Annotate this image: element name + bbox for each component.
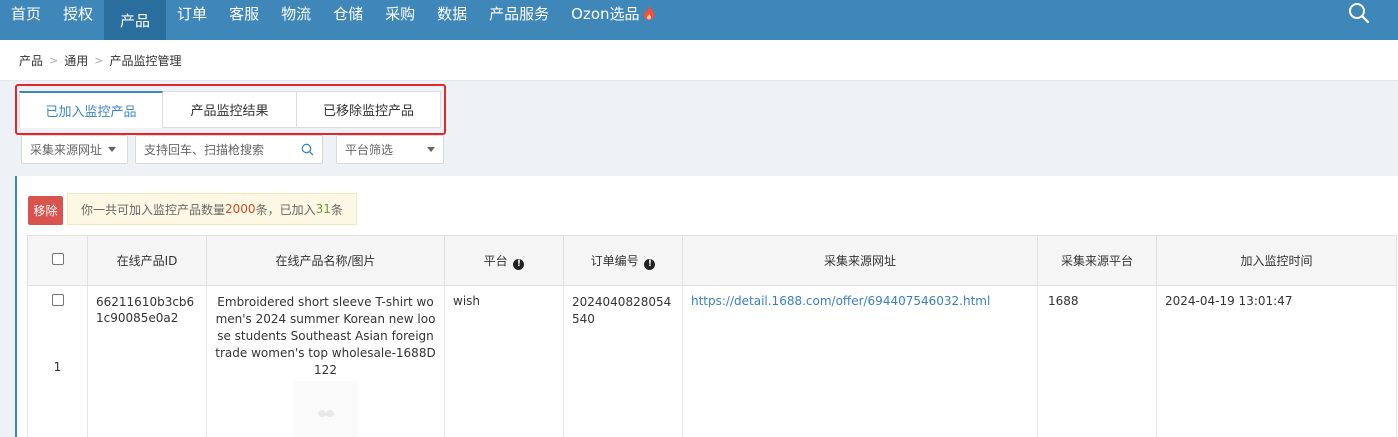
remove-button[interactable]: 移除 — [28, 196, 63, 225]
column-header[interactable]: 在线产品名称/图片 — [206, 235, 445, 286]
nav-item-data[interactable]: 数据 — [426, 0, 478, 26]
platform-cell: wish — [444, 285, 564, 437]
breadcrumb-item-general[interactable]: 通用 — [64, 52, 88, 69]
nav-label: 授权 — [63, 4, 94, 23]
added-time-cell: 2024-04-19 13:01:47 — [1156, 285, 1397, 437]
column-header[interactable]: 采集来源网址 — [682, 235, 1038, 286]
nav-label: 数据 — [437, 4, 468, 23]
button-label: 移除 — [33, 204, 58, 218]
nav-label: 首页 — [11, 4, 42, 23]
column-header[interactable]: 加入监控时间 — [1156, 235, 1397, 286]
info-icon[interactable]: ! — [644, 258, 656, 270]
product-id-cell: 66211610b3cb61c90085e0a2 — [87, 285, 207, 437]
notice-suffix: 条 — [330, 202, 343, 217]
nav-item-logistics[interactable]: 物流 — [270, 0, 322, 26]
search-icon[interactable] — [301, 143, 314, 156]
tab-bar: 已加入监控产品 产品监控结果 已移除监控产品 — [19, 91, 441, 128]
main-menu: 首页 授权 产品 订单 客服 物流 仓储 采购 数据 产品服务 Ozon选品 — [0, 0, 666, 40]
info-icon[interactable]: ! — [513, 258, 525, 270]
header-label: 平台 — [483, 253, 508, 268]
chevron-right-icon: > — [49, 53, 59, 67]
tab-monitor-results[interactable]: 产品监控结果 — [163, 91, 297, 128]
breadcrumb: 产品 > 通用 > 产品监控管理 — [0, 40, 1398, 81]
nav-item-warehouse[interactable]: 仓储 — [322, 0, 374, 26]
nav-label: 仓储 — [333, 4, 364, 23]
nav-label: Ozon选品 — [571, 4, 640, 23]
column-header[interactable]: 在线产品ID — [87, 235, 207, 286]
table-row: 1 66211610b3cb61c90085e0a2 Embroidered s… — [27, 285, 1397, 437]
dropdown-label: 采集来源网址 — [30, 143, 103, 157]
nav-label: 产品 — [120, 11, 151, 30]
nav-item-orders[interactable]: 订单 — [166, 0, 218, 26]
order-no-cell: 2024040828054540 — [563, 285, 683, 437]
caret-down-icon — [108, 147, 117, 152]
nav-item-purchasing[interactable]: 采购 — [374, 0, 426, 26]
header-label: 订单编号 — [590, 253, 639, 268]
caret-down-icon — [427, 147, 435, 152]
nav-item-product-services[interactable]: 产品服务 — [478, 0, 560, 26]
nav-item-authorization[interactable]: 授权 — [52, 0, 104, 26]
search-placeholder: 支持回车、扫描枪搜索 — [144, 143, 265, 157]
column-header[interactable]: 采集来源平台 — [1037, 235, 1157, 286]
breadcrumb-item-current: 产品监控管理 — [109, 53, 182, 68]
dropdown-label: 平台筛选 — [345, 143, 394, 157]
table-header-row: 在线产品ID 在线产品名称/图片 平台 ! 订单编号 ! 采集来源网址 采集来源… — [27, 235, 1397, 286]
search-input[interactable]: 支持回车、扫描枪搜索 — [135, 135, 323, 164]
search-icon[interactable] — [1348, 2, 1370, 24]
nav-item-home[interactable]: 首页 — [0, 0, 52, 26]
select-all-checkbox[interactable] — [51, 253, 64, 265]
tab-label: 已加入监控产品 — [45, 104, 137, 120]
select-all-cell — [27, 235, 88, 286]
row-index: 1 — [53, 360, 62, 374]
image-placeholder-icon — [317, 410, 334, 418]
monitored-products-table: 在线产品ID 在线产品名称/图片 平台 ! 订单编号 ! 采集来源网址 采集来源… — [27, 235, 1397, 437]
platform-filter-dropdown[interactable]: 平台筛选 — [336, 135, 444, 164]
tab-removed-products[interactable]: 已移除监控产品 — [297, 91, 441, 128]
row-checkbox[interactable] — [51, 294, 64, 306]
notice-middle: 条，已加入 — [255, 202, 316, 217]
notice-added-count: 31 — [315, 202, 331, 216]
product-thumbnail[interactable] — [293, 381, 358, 437]
product-name[interactable]: Embroidered short sleeve T-shirt women's… — [215, 294, 436, 379]
nav-label: 产品服务 — [489, 4, 550, 23]
fire-icon — [643, 6, 654, 20]
nav-label: 物流 — [281, 4, 312, 23]
quota-notice: 你一共可加入监控产品数量 2000 条，已加入 31 条 — [67, 193, 357, 225]
nav-label: 客服 — [229, 4, 260, 23]
source-url-dropdown[interactable]: 采集来源网址 — [21, 135, 128, 164]
notice-limit: 2000 — [225, 202, 256, 216]
product-name-cell: Embroidered short sleeve T-shirt women's… — [206, 285, 445, 437]
nav-label: 采购 — [385, 4, 416, 23]
chevron-right-icon: > — [94, 53, 104, 67]
breadcrumb-item-products[interactable]: 产品 — [19, 52, 43, 69]
nav-item-products[interactable]: 产品 — [104, 0, 167, 40]
notice-prefix: 你一共可加入监控产品数量 — [81, 202, 226, 217]
source-url-link[interactable]: https://detail.1688.com/offer/6944075460… — [691, 294, 990, 308]
nav-item-ozon-selection[interactable]: Ozon选品 — [560, 0, 665, 26]
row-select-cell: 1 — [27, 285, 88, 437]
nav-label: 订单 — [177, 4, 208, 23]
content-panel: 移除 你一共可加入监控产品数量 2000 条，已加入 31 条 在线产品ID 在线产品名… — [15, 176, 1398, 437]
source-platform-cell: 1688 — [1037, 285, 1157, 437]
column-header-order-no[interactable]: 订单编号 ! — [563, 235, 683, 286]
nav-item-customer-service[interactable]: 客服 — [218, 0, 270, 26]
tab-label: 已移除监控产品 — [322, 104, 414, 119]
source-url-cell: https://detail.1688.com/offer/6944075460… — [682, 285, 1038, 437]
tab-monitored-products[interactable]: 已加入监控产品 — [19, 91, 163, 128]
column-header-platform[interactable]: 平台 ! — [444, 235, 564, 286]
top-navbar: 首页 授权 产品 订单 客服 物流 仓储 采购 数据 产品服务 Ozon选品 — [0, 0, 1398, 40]
tab-label: 产品监控结果 — [190, 104, 269, 119]
